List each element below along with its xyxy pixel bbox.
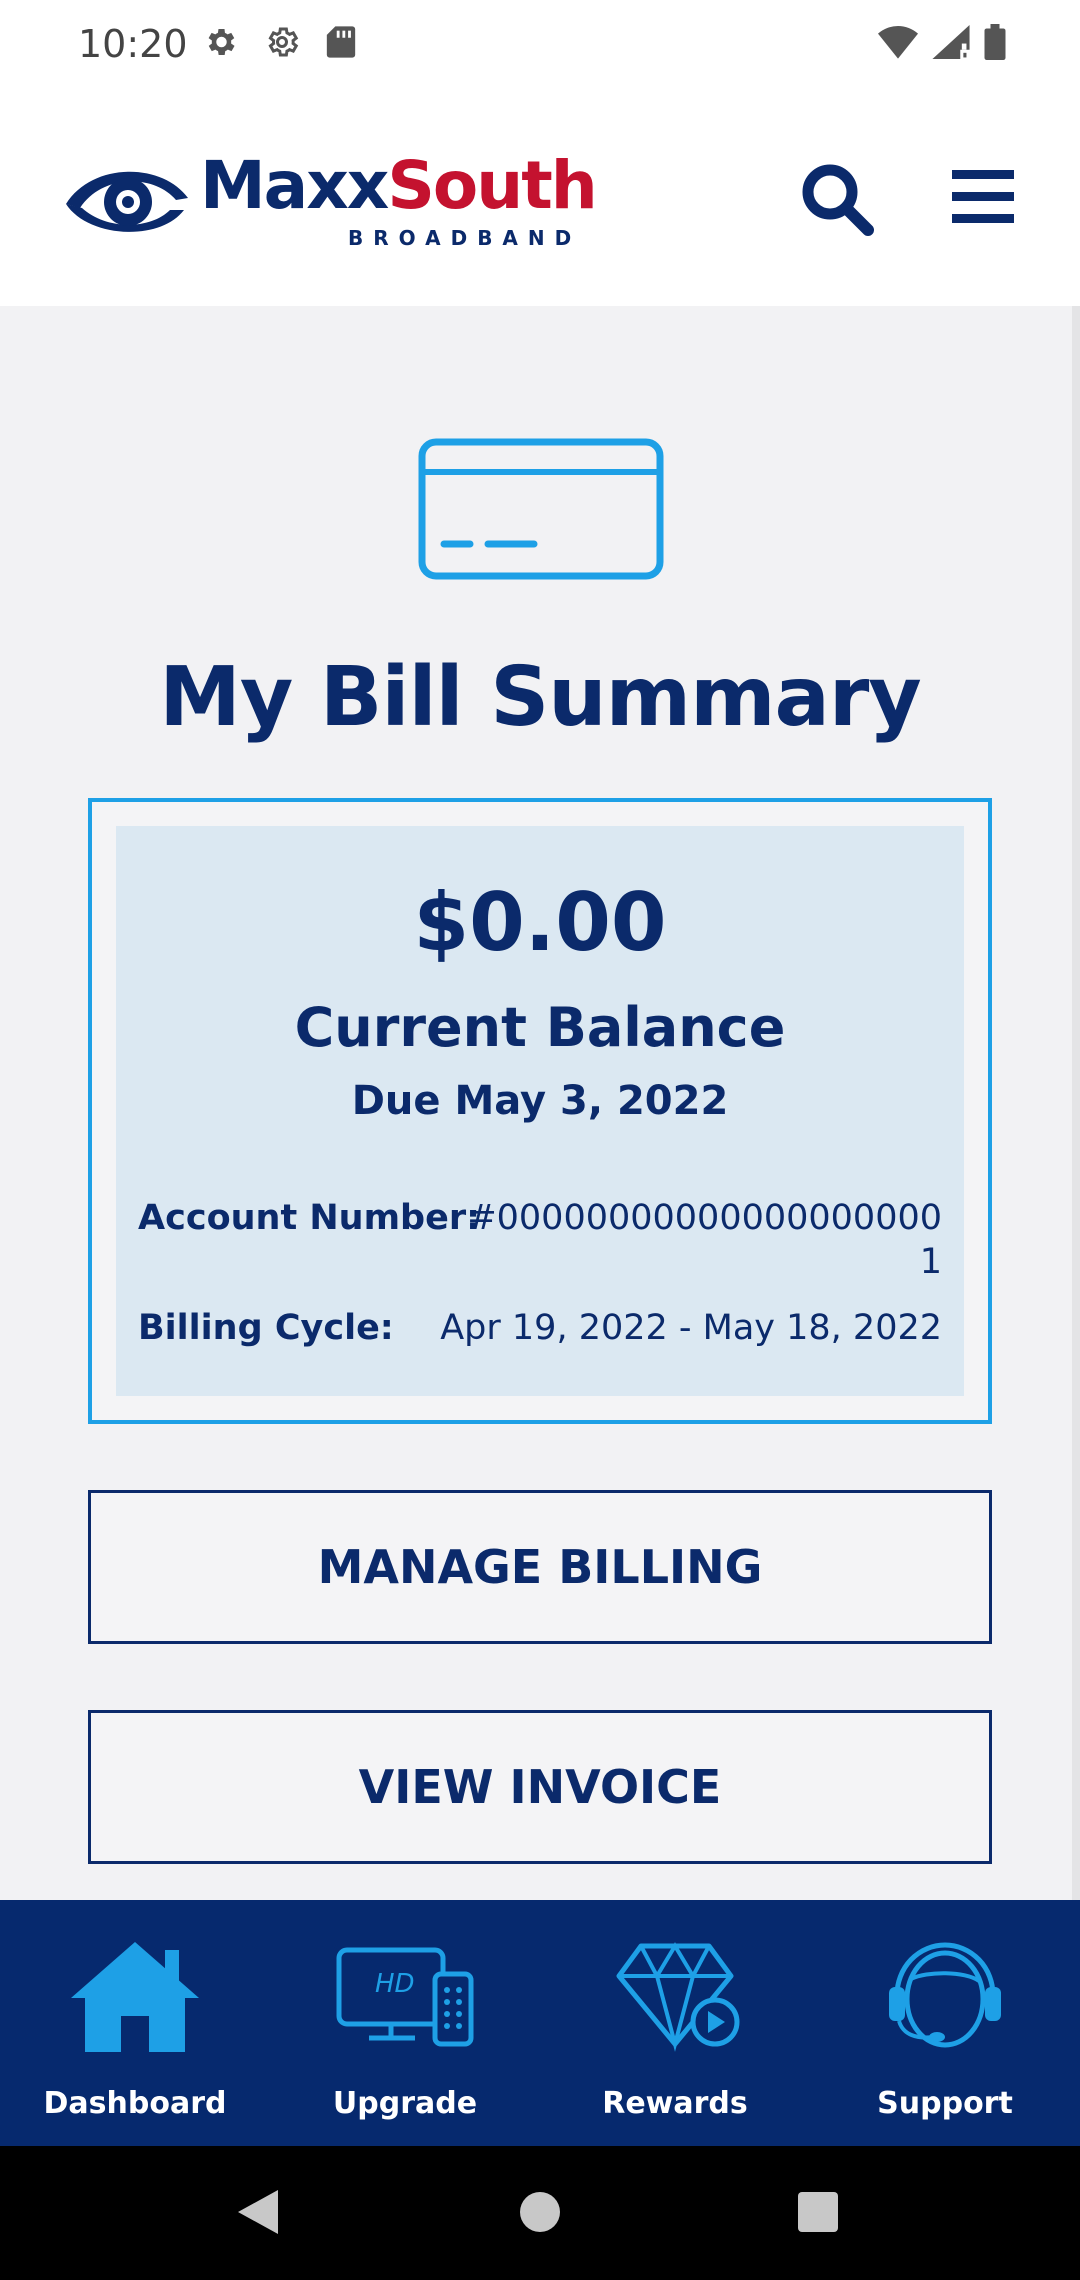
manage-billing-button[interactable]: MANAGE BILLING [88, 1490, 992, 1644]
sd-card-icon [326, 26, 356, 58]
billing-cycle-value: Apr 19, 2022 - May 18, 2022 [440, 1308, 942, 1348]
svg-text:HD: HD [375, 1969, 415, 1999]
status-icons-left [202, 24, 356, 60]
hamburger-menu-icon [952, 170, 1014, 223]
bill-summary-inner: $0.00 Current Balance Due May 3, 2022 Ac… [116, 826, 964, 1396]
nav-item-rewards[interactable]: Rewards [540, 1900, 810, 2146]
battery-icon [984, 24, 1006, 60]
headset-agent-icon [889, 1942, 1001, 2048]
page-title: My Bill Summary [159, 650, 922, 745]
status-icons-right [878, 24, 1006, 60]
maxxsouth-logo[interactable]: MaxxSouth BROADBAND [62, 148, 598, 268]
nav-item-support[interactable]: Support [810, 1900, 1080, 2146]
search-button[interactable] [798, 160, 878, 240]
settings-outline-icon [268, 27, 299, 57]
nav-label-rewards: Rewards [602, 2086, 748, 2121]
home-icon [71, 1942, 199, 2052]
back-icon[interactable] [236, 2188, 280, 2236]
logo-wordmark: MaxxSouth [200, 147, 598, 224]
menu-button[interactable] [950, 164, 1016, 230]
bill-card-graphic [418, 438, 664, 580]
account-number-label: Account Number: [138, 1198, 481, 1238]
scrollbar[interactable] [1072, 306, 1080, 1900]
wifi-icon [878, 26, 918, 59]
due-date: Due May 3, 2022 [351, 1078, 729, 1124]
nav-item-upgrade[interactable]: HD Upgrade [270, 1900, 540, 2146]
bottom-nav: Dashboard HD Upgrade Rewards Support [0, 1900, 1080, 2146]
status-time: 10:20 [78, 22, 188, 66]
signal-icon [932, 25, 970, 59]
account-number-value: #000000000000000000001 [467, 1198, 942, 1282]
logo-subtitle: BROADBAND [348, 226, 582, 250]
nav-label-upgrade: Upgrade [332, 2086, 478, 2121]
logo-maxx: Maxx [200, 147, 389, 224]
credit-card-icon [418, 438, 664, 580]
balance-amount: $0.00 [413, 876, 667, 969]
eye-logo-icon [66, 171, 188, 232]
bill-summary-card: $0.00 Current Balance Due May 3, 2022 Ac… [88, 798, 992, 1424]
system-nav-bar [0, 2146, 1080, 2280]
status-bar: 10:20 [0, 0, 1080, 88]
home-circle-icon[interactable] [520, 2192, 560, 2232]
nav-label-dashboard: Dashboard [43, 2086, 227, 2121]
billing-cycle-label: Billing Cycle: [138, 1308, 394, 1348]
logo-south: South [387, 147, 597, 224]
balance-label: Current Balance [294, 996, 786, 1059]
nav-item-dashboard[interactable]: Dashboard [0, 1900, 270, 2146]
app-header: MaxxSouth BROADBAND [0, 88, 1080, 306]
recent-apps-icon[interactable] [798, 2192, 838, 2232]
nav-label-support: Support [877, 2086, 1013, 2121]
gear-icon [208, 28, 235, 56]
diamond-play-icon [616, 1942, 740, 2052]
search-icon [802, 164, 874, 236]
hd-tv-remote-icon: HD [336, 1947, 474, 2047]
view-invoice-button[interactable]: VIEW INVOICE [88, 1710, 992, 1864]
